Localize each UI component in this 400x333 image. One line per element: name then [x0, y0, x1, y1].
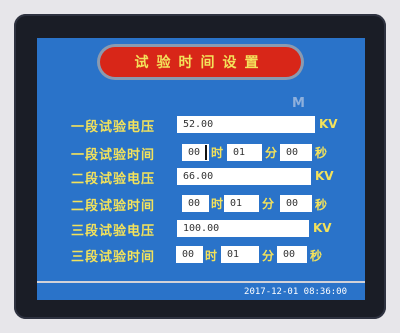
stage2-voltage-unit: KV	[315, 169, 334, 183]
stage2-minutes-unit: 分	[262, 197, 275, 211]
stage1-seconds-field[interactable]: 00	[280, 144, 312, 161]
stage2-time-label: 二段试验时间	[71, 199, 156, 214]
stage3-voltage-label: 三段试验电压	[71, 224, 156, 239]
stage3-voltage-unit: KV	[313, 221, 332, 235]
stage3-minutes-unit: 分	[262, 249, 275, 263]
stage2-voltage-field[interactable]: 66.00	[177, 168, 311, 185]
stage2-voltage-label: 二段试验电压	[71, 172, 156, 187]
watermark-mark: M	[292, 96, 305, 111]
stage3-time-label: 三段试验时间	[71, 250, 156, 265]
stage3-hours-unit: 时	[205, 249, 218, 263]
stage3-seconds-unit: 秒	[310, 249, 323, 263]
status-bar: 2017-12-01 08:36:00	[37, 281, 365, 300]
stage2-seconds-unit: 秒	[315, 198, 328, 212]
stage1-voltage-label: 一段试验电压	[71, 120, 156, 135]
stage1-minutes-field[interactable]: 01	[227, 144, 262, 161]
stage1-voltage-field[interactable]: 52.00	[177, 116, 315, 133]
stage3-minutes-field[interactable]: 01	[221, 246, 259, 263]
stage1-minutes-unit: 分	[265, 146, 278, 160]
stage3-seconds-field[interactable]: 00	[277, 246, 307, 263]
text-cursor	[205, 145, 207, 160]
stage2-seconds-field[interactable]: 00	[280, 195, 312, 212]
page-title: 试验时间设置	[134, 55, 267, 71]
stage3-hours-field[interactable]: 00	[176, 246, 203, 263]
stage1-voltage-unit: KV	[319, 117, 338, 131]
stage3-voltage-field[interactable]: 100.00	[177, 220, 309, 237]
title-banner: 试验时间设置	[100, 47, 301, 77]
status-datetime: 2017-12-01 08:36:00	[244, 287, 347, 297]
stage1-time-label: 一段试验时间	[71, 148, 156, 163]
stage1-hours-unit: 时	[211, 146, 224, 160]
stage2-minutes-field[interactable]: 01	[224, 195, 259, 212]
stage2-hours-unit: 时	[211, 197, 224, 211]
stage2-hours-field[interactable]: 00	[182, 195, 209, 212]
hmi-screen: 试验时间设置 M 一段试验电压 52.00 KV 一段试验时间 00 时 01 …	[37, 38, 365, 300]
stage1-seconds-unit: 秒	[315, 146, 328, 160]
stage1-hours-field[interactable]: 00	[182, 144, 209, 161]
stage1-hours-value: 00	[188, 147, 201, 158]
